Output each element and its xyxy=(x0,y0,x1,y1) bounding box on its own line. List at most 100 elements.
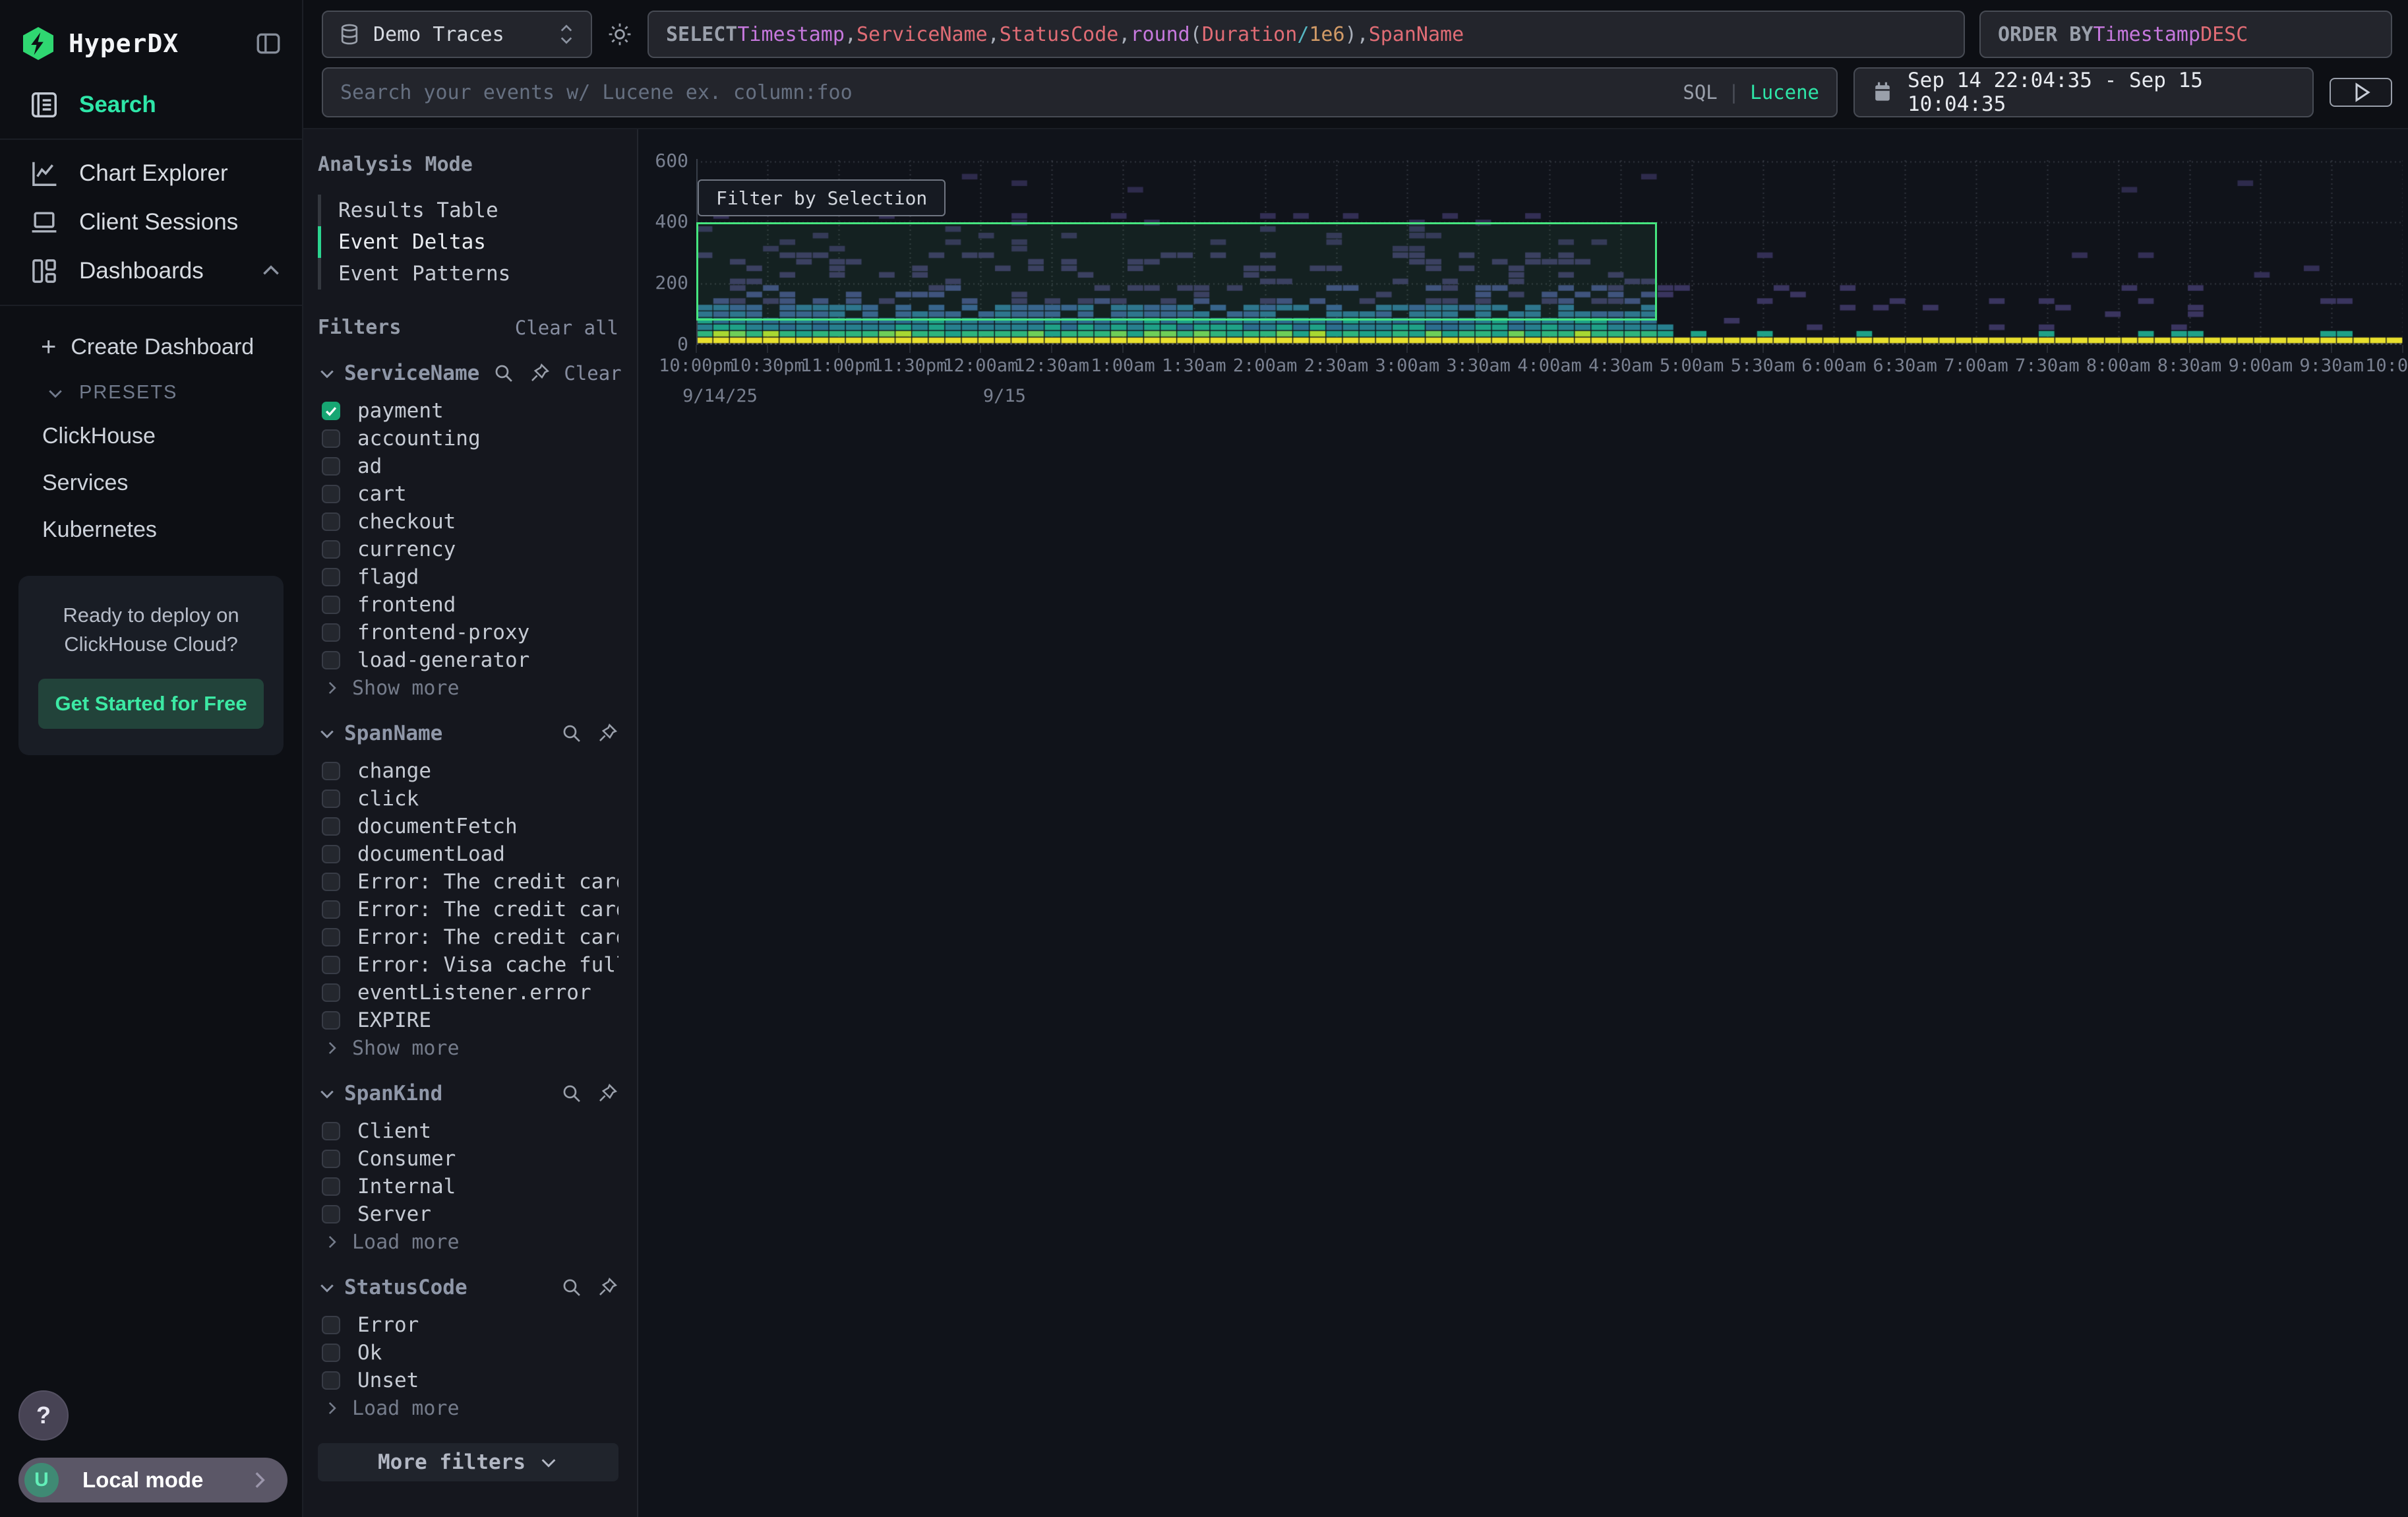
gear-icon[interactable] xyxy=(607,21,633,47)
checkbox[interactable] xyxy=(322,402,340,420)
search-icon[interactable] xyxy=(560,1276,583,1299)
filter-option-change[interactable]: change xyxy=(318,757,618,785)
filter-option-frontend-proxy[interactable]: frontend-proxy xyxy=(318,619,618,646)
filter-option-documentload[interactable]: documentLoad xyxy=(318,840,618,868)
checkbox[interactable] xyxy=(322,956,340,974)
checkbox[interactable] xyxy=(322,928,340,946)
filter-group-header[interactable]: SpanName xyxy=(318,722,618,745)
analysis-mode-option[interactable]: Results Table xyxy=(318,195,618,226)
checkbox[interactable] xyxy=(322,845,340,863)
source-select[interactable]: Demo Traces xyxy=(322,11,592,58)
checkbox[interactable] xyxy=(322,596,340,614)
filter-option-currency[interactable]: currency xyxy=(318,536,618,563)
filter-group-header[interactable]: SpanKind xyxy=(318,1082,618,1105)
filter-option-payment[interactable]: payment xyxy=(318,397,618,425)
checkbox[interactable] xyxy=(322,873,340,891)
filter-option-error-the-credit-card-[interactable]: Error: The credit card (… xyxy=(318,896,618,923)
filter-option-error[interactable]: Error xyxy=(318,1311,618,1339)
filter-option-ad[interactable]: ad xyxy=(318,452,618,480)
pin-icon[interactable] xyxy=(596,1276,618,1299)
pin-icon[interactable] xyxy=(528,362,551,385)
filter-option-internal[interactable]: Internal xyxy=(318,1173,618,1200)
sidebar-item-clickhouse[interactable]: ClickHouse xyxy=(0,413,302,460)
filter-group-header[interactable]: ServiceNameClear xyxy=(318,361,618,385)
checkbox[interactable] xyxy=(322,568,340,586)
show-more-button[interactable]: Show more xyxy=(318,674,618,702)
sql-select-input[interactable]: SELECT Timestamp, ServiceName, StatusCod… xyxy=(647,11,1965,58)
checkbox[interactable] xyxy=(322,1205,340,1223)
filter-option-ok[interactable]: Ok xyxy=(318,1339,618,1367)
pin-icon[interactable] xyxy=(596,1082,618,1105)
filter-option-server[interactable]: Server xyxy=(318,1200,618,1228)
checkbox[interactable] xyxy=(322,789,340,808)
sidebar-item-chart-explorer[interactable]: Chart Explorer xyxy=(0,149,302,198)
sidebar-item-dashboards[interactable]: Dashboards xyxy=(0,247,302,295)
order-by-input[interactable]: ORDER BY Timestamp DESC xyxy=(1979,11,2392,58)
checkbox[interactable] xyxy=(322,1177,340,1196)
run-query-button[interactable] xyxy=(2330,78,2392,107)
search-input[interactable] xyxy=(340,81,1683,104)
filter-option-cart[interactable]: cart xyxy=(318,480,618,508)
checkbox[interactable] xyxy=(322,1011,340,1030)
filter-option-click[interactable]: click xyxy=(318,785,618,813)
filter-option-error-the-credit-card-[interactable]: Error: The credit card (… xyxy=(318,868,618,896)
collapse-sidebar-icon[interactable] xyxy=(255,30,282,57)
show-more-button[interactable]: Load more xyxy=(318,1394,618,1422)
search-icon[interactable] xyxy=(560,1082,583,1105)
filter-option-unset[interactable]: Unset xyxy=(318,1367,618,1394)
filter-option-error-the-credit-card-[interactable]: Error: The credit card (… xyxy=(318,923,618,951)
search-icon[interactable] xyxy=(560,722,583,745)
sidebar-item-services[interactable]: Services xyxy=(0,460,302,507)
analysis-mode-option[interactable]: Event Patterns xyxy=(318,258,618,290)
checkbox[interactable] xyxy=(322,457,340,476)
help-button[interactable]: ? xyxy=(18,1390,69,1440)
filter-option-expire[interactable]: EXPIRE xyxy=(318,1006,618,1034)
show-more-button[interactable]: Load more xyxy=(318,1228,618,1256)
checkbox[interactable] xyxy=(322,900,340,919)
filter-group-header[interactable]: StatusCode xyxy=(318,1276,618,1299)
checkbox[interactable] xyxy=(322,1371,340,1390)
filter-by-selection-button[interactable]: Filter by Selection xyxy=(698,179,946,216)
checkbox[interactable] xyxy=(322,762,340,780)
filter-option-checkout[interactable]: checkout xyxy=(318,508,618,536)
checkbox[interactable] xyxy=(322,1122,340,1140)
checkbox[interactable] xyxy=(322,1344,340,1362)
sidebar-item-kubernetes[interactable]: Kubernetes xyxy=(0,507,302,553)
checkbox[interactable] xyxy=(322,540,340,559)
clear-all-button[interactable]: Clear all xyxy=(515,317,618,339)
user-menu[interactable]: U Local mode xyxy=(18,1458,287,1502)
checkbox[interactable] xyxy=(322,1316,340,1334)
checkbox[interactable] xyxy=(322,651,340,669)
search-icon[interactable] xyxy=(493,362,515,385)
checkbox[interactable] xyxy=(322,1150,340,1168)
filter-option-accounting[interactable]: accounting xyxy=(318,425,618,452)
filter-option-frontend[interactable]: frontend xyxy=(318,591,618,619)
filter-option-eventlistener-error[interactable]: eventListener.error xyxy=(318,979,618,1006)
show-more-button[interactable]: Show more xyxy=(318,1034,618,1062)
checkbox[interactable] xyxy=(322,817,340,836)
presets-toggle[interactable]: PRESETS xyxy=(0,373,302,413)
sql-mode-toggle[interactable]: SQL xyxy=(1683,81,1717,104)
analysis-mode-option[interactable]: Event Deltas xyxy=(318,226,618,258)
sidebar-item-client-sessions[interactable]: Client Sessions xyxy=(0,198,302,247)
checkbox[interactable] xyxy=(322,429,340,448)
chart-selection-region[interactable] xyxy=(696,222,1657,320)
checkbox[interactable] xyxy=(322,623,340,642)
lucene-mode-toggle[interactable]: Lucene xyxy=(1750,81,1819,104)
pin-icon[interactable] xyxy=(596,722,618,745)
filter-option-documentfetch[interactable]: documentFetch xyxy=(318,813,618,840)
filter-option-consumer[interactable]: Consumer xyxy=(318,1145,618,1173)
clear-group-button[interactable]: Clear xyxy=(564,362,621,385)
filter-option-load-generator[interactable]: load-generator xyxy=(318,646,618,674)
filter-option-flagd[interactable]: flagd xyxy=(318,563,618,591)
checkbox[interactable] xyxy=(322,983,340,1002)
checkbox[interactable] xyxy=(322,512,340,531)
get-started-button[interactable]: Get Started for Free xyxy=(38,679,264,729)
date-range-picker[interactable]: Sep 14 22:04:35 - Sep 15 10:04:35 xyxy=(1853,67,2314,117)
checkbox[interactable] xyxy=(322,485,340,503)
filter-option-error-visa-cache-full-[interactable]: Error: Visa cache full: … xyxy=(318,951,618,979)
create-dashboard-button[interactable]: + Create Dashboard xyxy=(0,322,302,373)
more-filters-button[interactable]: More filters xyxy=(318,1443,618,1481)
filter-option-client[interactable]: Client xyxy=(318,1117,618,1145)
sidebar-item-search[interactable]: Search xyxy=(0,80,302,129)
